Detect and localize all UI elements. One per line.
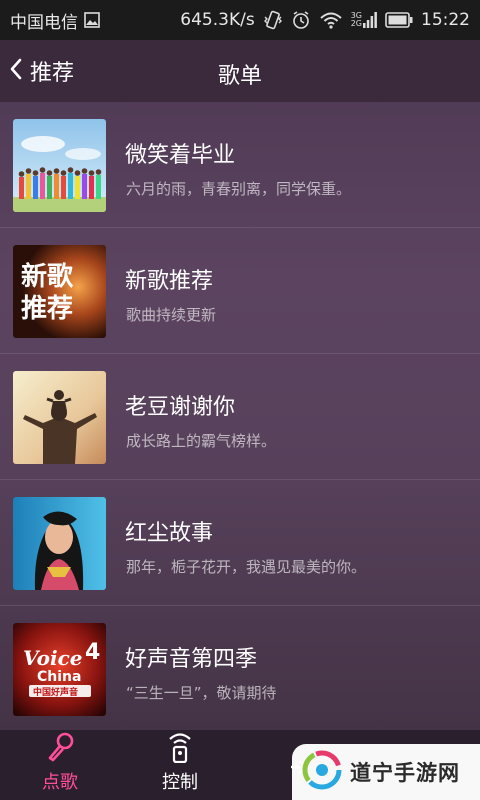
playlist-item[interactable]: 红尘故事 那年，栀子花开，我遇见最美的你。 — [0, 480, 480, 606]
playlist-cover-dad — [13, 371, 106, 464]
playlist-item[interactable]: 老豆谢谢你 成长路上的霸气榜样。 — [0, 354, 480, 480]
tab-song-request[interactable]: 点歌 — [0, 730, 120, 800]
playlist-title: 新歌推荐 — [125, 269, 214, 294]
playlist-item[interactable]: 微笑着毕业 六月的雨，青春别离，同学保重。 — [0, 102, 480, 228]
playlist-cover-graduation — [13, 119, 106, 212]
playlist-subtitle: 成长路上的霸气榜样。 — [126, 432, 277, 450]
playlist-subtitle: 六月的雨，青春别离，同学保重。 — [126, 180, 352, 198]
alarm-icon — [291, 10, 311, 30]
vibrate-icon — [263, 10, 283, 30]
back-button[interactable]: 推荐 — [8, 52, 74, 90]
cover-logo-num: 4 — [85, 640, 100, 665]
watermark-text: 道宁手游网 — [350, 761, 460, 785]
playlist-item[interactable]: 新歌 推荐 新歌推荐 歌曲持续更新 — [0, 228, 480, 354]
screen: 中国电信 645.3K/s 3G 2G 15:22 推荐 歌单 微笑着毕业 六月… — [0, 0, 480, 800]
carrier-group: 中国电信 — [10, 8, 100, 33]
image-notification-icon — [84, 12, 100, 28]
tab-label: 控制 — [162, 772, 198, 793]
playlist-cover-portrait — [13, 497, 106, 590]
tab-control[interactable]: 控制 — [120, 730, 240, 800]
cover-logo-cn: 中国好声音 — [33, 686, 78, 698]
network-type-bottom: 2G — [350, 19, 362, 28]
playlist-item[interactable]: Voice China 4 中国好声音 好声音第四季 “三生一旦”，敬请期待 — [0, 606, 480, 732]
cover-logo-voice: Voice — [23, 646, 83, 670]
signal-icon: 3G 2G — [351, 12, 377, 28]
playlist-subtitle: “三生一旦”，敬请期待 — [126, 684, 277, 702]
playlist-title: 好声音第四季 — [125, 647, 258, 672]
cover-text-line2: 推荐 — [21, 294, 73, 324]
playlist-title: 老豆谢谢你 — [125, 395, 236, 420]
status-bar: 中国电信 645.3K/s 3G 2G 15:22 — [0, 0, 480, 40]
site-watermark: 道宁手游网 — [292, 744, 480, 800]
playlist-title: 红尘故事 — [125, 521, 214, 546]
tab-label: 点歌 — [42, 772, 78, 793]
carrier-name: 中国电信 — [10, 12, 78, 33]
playlist-cover-new-songs: 新歌 推荐 — [13, 245, 106, 338]
back-label: 推荐 — [30, 61, 75, 86]
microphone-icon — [44, 730, 76, 764]
playlist-title: 微笑着毕业 — [125, 143, 236, 168]
chevron-left-icon — [8, 57, 24, 85]
playlist-subtitle: 那年，栀子花开，我遇见最美的你。 — [126, 558, 367, 576]
watermark-logo-icon — [302, 750, 342, 794]
wifi-icon — [319, 11, 343, 29]
battery-icon — [385, 12, 413, 28]
playlist-list: 微笑着毕业 六月的雨，青春别离，同学保重。 新歌 推荐 新歌推荐 歌曲持续更新 — [0, 102, 480, 732]
playlist-subtitle: 歌曲持续更新 — [126, 306, 217, 324]
status-right: 645.3K/s 3G 2G 15:22 — [180, 10, 470, 30]
cover-text-line1: 新歌 — [21, 261, 74, 292]
cover-logo-china: China — [37, 669, 81, 685]
net-speed: 645.3K/s — [180, 10, 255, 30]
remote-icon — [165, 730, 195, 764]
clock-time: 15:22 — [421, 10, 470, 30]
playlist-cover-voice-of-china: Voice China 4 中国好声音 — [13, 623, 106, 716]
nav-bar: 推荐 歌单 — [0, 40, 480, 102]
